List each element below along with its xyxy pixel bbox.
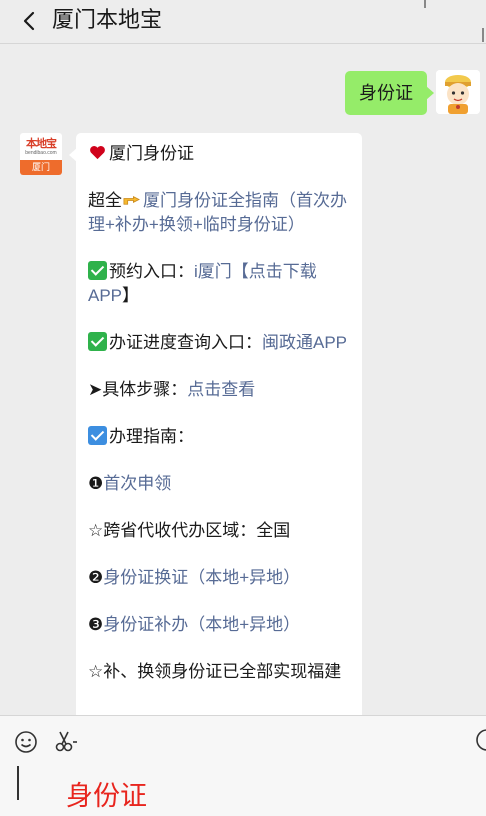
- chat-header: 厦门本地宝: [0, 0, 486, 44]
- item1-number: ❶: [88, 474, 104, 493]
- cross-region-line: ☆跨省代收代办区域：全国: [88, 521, 291, 540]
- message-heading: 厦门身份证: [88, 142, 350, 166]
- cartoon-monk-avatar-icon: [436, 70, 480, 114]
- chat-area: 身份证 本地宝 bendibao.com 厦门 厦门身份证 超全 厦门身份证全指…: [0, 45, 486, 773]
- progress-link[interactable]: 闽政通APP: [262, 333, 347, 352]
- guide-line: 超全 厦门身份证全指南（首次办理+补办+换领+临时身份证）: [88, 189, 350, 237]
- header-edge-mark: [482, 28, 484, 42]
- item2-line: ❷身份证换证（本地+异地）: [88, 566, 350, 590]
- scissors-icon[interactable]: [54, 730, 80, 754]
- message-input[interactable]: 身份证: [66, 774, 147, 813]
- item3-number: ❸: [88, 615, 104, 634]
- green-check-icon: [88, 261, 107, 280]
- progress-prefix: 办证进度查询入口：: [109, 333, 262, 352]
- booking-line: 预约入口：i厦门【点击下载APP】: [88, 260, 350, 308]
- guide-prefix: 超全: [88, 191, 122, 210]
- self-avatar[interactable]: [436, 70, 480, 114]
- progress-line: 办证进度查询入口：闽政通APP: [88, 331, 350, 355]
- item1-line: ❶首次申领: [88, 472, 350, 496]
- input-toolbar: 身份证: [0, 715, 486, 816]
- booking-prefix: 预约入口：: [109, 262, 194, 281]
- emoji-icon[interactable]: [14, 730, 38, 754]
- back-arrow-icon[interactable]: [20, 9, 40, 33]
- green-check-icon: [88, 332, 107, 351]
- chat-title: 厦门本地宝: [52, 7, 163, 32]
- item2-link[interactable]: 身份证换证（本地+异地）: [103, 568, 300, 587]
- guide2-line: 办理指南：: [88, 425, 350, 449]
- item3-link[interactable]: 身份证补办（本地+异地）: [103, 615, 300, 634]
- item3-line: ❸身份证补办（本地+异地）: [88, 613, 350, 637]
- header-divider: [424, 0, 426, 8]
- bot-logo-text: 本地宝: [26, 138, 57, 150]
- bot-avatar[interactable]: 本地宝 bendibao.com 厦门: [20, 133, 62, 175]
- bot-message-bubble: 厦门身份证 超全 厦门身份证全指南（首次办理+补办+换领+临时身份证） 预约入口…: [69, 133, 362, 773]
- guide2-label: 办理指南：: [109, 427, 194, 446]
- chat-bubble-icon[interactable]: [474, 728, 486, 754]
- bot-logo-sub: bendibao.com: [25, 150, 57, 156]
- booking-suffix: 】: [122, 286, 140, 305]
- heading-text: 厦门身份证: [109, 144, 194, 163]
- self-message-bubble[interactable]: 身份证: [345, 71, 434, 115]
- steps-prefix: ➤具体步骤：: [88, 380, 188, 399]
- steps-link[interactable]: 点击查看: [187, 380, 255, 399]
- item2-number: ❷: [88, 568, 104, 587]
- blue-check-icon: [88, 426, 107, 445]
- steps-line: ➤具体步骤：点击查看: [88, 378, 350, 402]
- note-line: ☆补、换领身份证已全部实现福建: [88, 662, 342, 681]
- heart-icon: [90, 146, 105, 160]
- item1-link[interactable]: 首次申领: [103, 474, 171, 493]
- text-cursor: [17, 766, 19, 800]
- pointing-hand-icon: [123, 196, 140, 205]
- self-message-text: 身份证: [359, 83, 413, 103]
- bot-logo-band: 厦门: [20, 160, 62, 175]
